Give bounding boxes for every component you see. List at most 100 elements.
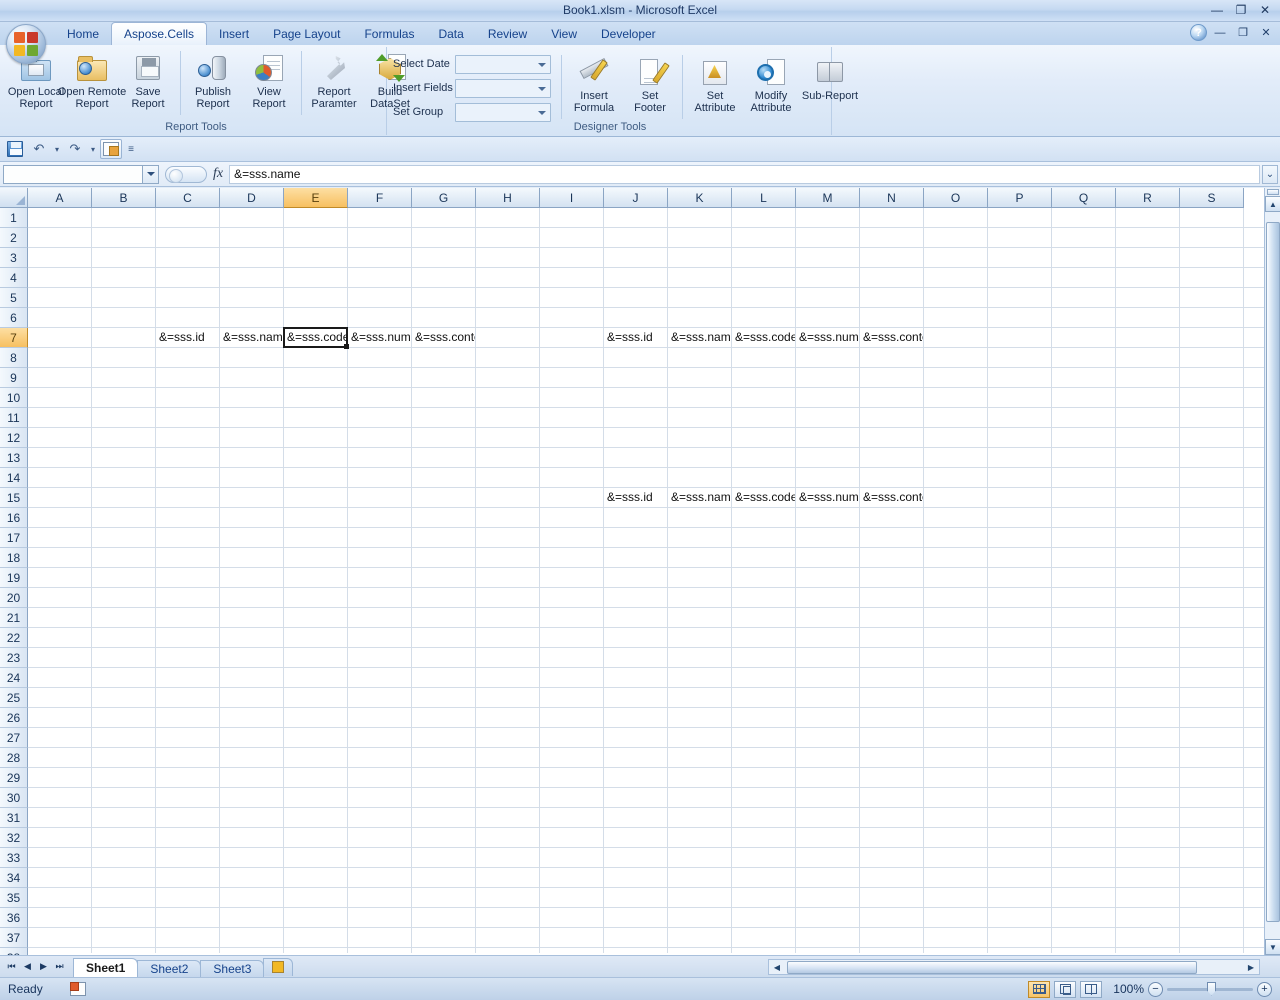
ribbon-tab-home[interactable]: Home — [55, 23, 111, 45]
column-header-D[interactable]: D — [220, 188, 284, 208]
insert-fields-combo[interactable] — [455, 78, 551, 98]
cell-C7[interactable]: &=sss.id — [157, 328, 219, 347]
cell-L15[interactable]: &=sss.code — [733, 488, 795, 507]
cell-F7[interactable]: &=sss.number — [349, 328, 411, 347]
row-header-25[interactable]: 25 — [0, 688, 28, 708]
vertical-scrollbar[interactable]: ▲ ▼ — [1264, 188, 1280, 955]
normal-view-button[interactable] — [1028, 980, 1050, 998]
row-header-26[interactable]: 26 — [0, 708, 28, 728]
cell-K7[interactable]: &=sss.name — [669, 328, 731, 347]
cell-L7[interactable]: &=sss.code — [733, 328, 795, 347]
column-header-N[interactable]: N — [860, 188, 924, 208]
row-header-14[interactable]: 14 — [0, 468, 28, 488]
redo-dropdown[interactable]: ▾ — [88, 139, 98, 159]
row-header-10[interactable]: 10 — [0, 388, 28, 408]
sheet-tab-sheet2[interactable]: Sheet2 — [137, 959, 202, 978]
first-sheet-button[interactable]: ⏮ — [4, 959, 19, 975]
formula-input[interactable]: &=sss.name — [229, 164, 1260, 184]
formula-toggle-pill[interactable] — [165, 165, 207, 183]
row-header-2[interactable]: 2 — [0, 228, 28, 248]
set-attribute-button[interactable]: Set Attribute — [687, 53, 743, 119]
help-icon[interactable]: ? — [1190, 24, 1207, 41]
insert-function-icon[interactable]: fx — [213, 166, 223, 182]
publish-report-button[interactable]: Publish Report — [185, 49, 241, 115]
ribbon-tab-data[interactable]: Data — [426, 23, 475, 45]
cell-G7[interactable]: &=sss.context — [413, 328, 475, 347]
scroll-down-button[interactable]: ▼ — [1265, 939, 1280, 955]
row-header-31[interactable]: 31 — [0, 808, 28, 828]
zoom-level-label[interactable]: 100% — [1106, 982, 1144, 996]
column-header-P[interactable]: P — [988, 188, 1052, 208]
expand-formula-bar-button[interactable]: ⌄ — [1262, 165, 1278, 184]
close-button[interactable]: ✕ — [1254, 1, 1276, 18]
set-footer-button[interactable]: Set Footer — [622, 53, 678, 119]
workbook-minimize-button[interactable]: — — [1210, 25, 1230, 41]
row-header-27[interactable]: 27 — [0, 728, 28, 748]
row-header-11[interactable]: 11 — [0, 408, 28, 428]
name-box[interactable] — [3, 164, 143, 184]
cell-M15[interactable]: &=sss.number — [797, 488, 859, 507]
insert-worksheet-button[interactable] — [263, 957, 294, 976]
scroll-right-button[interactable]: ▶ — [1243, 960, 1259, 974]
row-header-22[interactable]: 22 — [0, 628, 28, 648]
ribbon-tab-page-layout[interactable]: Page Layout — [261, 23, 352, 45]
undo-dropdown[interactable]: ▾ — [52, 139, 62, 159]
row-header-28[interactable]: 28 — [0, 748, 28, 768]
cell-K15[interactable]: &=sss.name — [669, 488, 731, 507]
row-header-12[interactable]: 12 — [0, 428, 28, 448]
cell-M7[interactable]: &=sss.number — [797, 328, 859, 347]
zoom-slider-handle[interactable] — [1207, 981, 1216, 996]
restore-button[interactable]: ❐ — [1230, 1, 1252, 18]
select-date-combo[interactable] — [455, 54, 551, 74]
row-header-17[interactable]: 17 — [0, 528, 28, 548]
row-header-15[interactable]: 15 — [0, 488, 28, 508]
minimize-button[interactable]: — — [1206, 1, 1228, 18]
cell-J7[interactable]: &=sss.id — [605, 328, 667, 347]
column-header-H[interactable]: H — [476, 188, 540, 208]
set-group-combo[interactable] — [455, 102, 551, 122]
cell-N7[interactable]: &=sss.context — [861, 328, 923, 347]
view-report-button[interactable]: View Report — [241, 49, 297, 115]
save-report-button[interactable]: Save Report — [120, 49, 176, 115]
row-header-36[interactable]: 36 — [0, 908, 28, 928]
ribbon-tab-aspose-cells[interactable]: Aspose.Cells — [111, 22, 208, 45]
ribbon-tab-insert[interactable]: Insert — [207, 23, 261, 45]
zoom-in-button[interactable]: + — [1257, 981, 1272, 997]
row-header-35[interactable]: 35 — [0, 888, 28, 908]
row-header-1[interactable]: 1 — [0, 208, 28, 228]
column-header-K[interactable]: K — [668, 188, 732, 208]
ribbon-tab-formulas[interactable]: Formulas — [352, 23, 426, 45]
cell-N15[interactable]: &=sss.context — [861, 488, 923, 507]
column-header-C[interactable]: C — [156, 188, 220, 208]
column-header-Q[interactable]: Q — [1052, 188, 1116, 208]
page-layout-view-button[interactable] — [1054, 980, 1076, 998]
column-header-J[interactable]: J — [604, 188, 668, 208]
workbook-close-button[interactable]: ✕ — [1256, 25, 1276, 41]
page-break-view-button[interactable] — [1080, 980, 1102, 998]
row-header-19[interactable]: 19 — [0, 568, 28, 588]
row-header-29[interactable]: 29 — [0, 768, 28, 788]
active-cell-indicator[interactable] — [283, 327, 349, 349]
ribbon-tab-developer[interactable]: Developer — [589, 23, 668, 45]
column-header-I[interactable]: I — [540, 188, 604, 208]
row-header-18[interactable]: 18 — [0, 548, 28, 568]
row-header-21[interactable]: 21 — [0, 608, 28, 628]
horizontal-scrollbar[interactable]: ◀ ▶ — [768, 959, 1260, 975]
row-header-5[interactable]: 5 — [0, 288, 28, 308]
sheet-tab-sheet3[interactable]: Sheet3 — [200, 959, 265, 978]
column-header-B[interactable]: B — [92, 188, 156, 208]
row-header-24[interactable]: 24 — [0, 668, 28, 688]
cell-J15[interactable]: &=sss.id — [605, 488, 667, 507]
sheet-tab-sheet1[interactable]: Sheet1 — [73, 957, 139, 978]
column-header-R[interactable]: R — [1116, 188, 1180, 208]
row-header-30[interactable]: 30 — [0, 788, 28, 808]
next-sheet-button[interactable]: ▶ — [36, 959, 51, 975]
office-button[interactable] — [6, 24, 46, 64]
horizontal-scroll-thumb[interactable] — [787, 961, 1197, 974]
vertical-split-handle[interactable] — [1267, 189, 1279, 195]
column-header-L[interactable]: L — [732, 188, 796, 208]
save-button[interactable] — [4, 139, 26, 159]
row-header-37[interactable]: 37 — [0, 928, 28, 948]
select-all-corner[interactable] — [0, 188, 28, 208]
column-header-M[interactable]: M — [796, 188, 860, 208]
